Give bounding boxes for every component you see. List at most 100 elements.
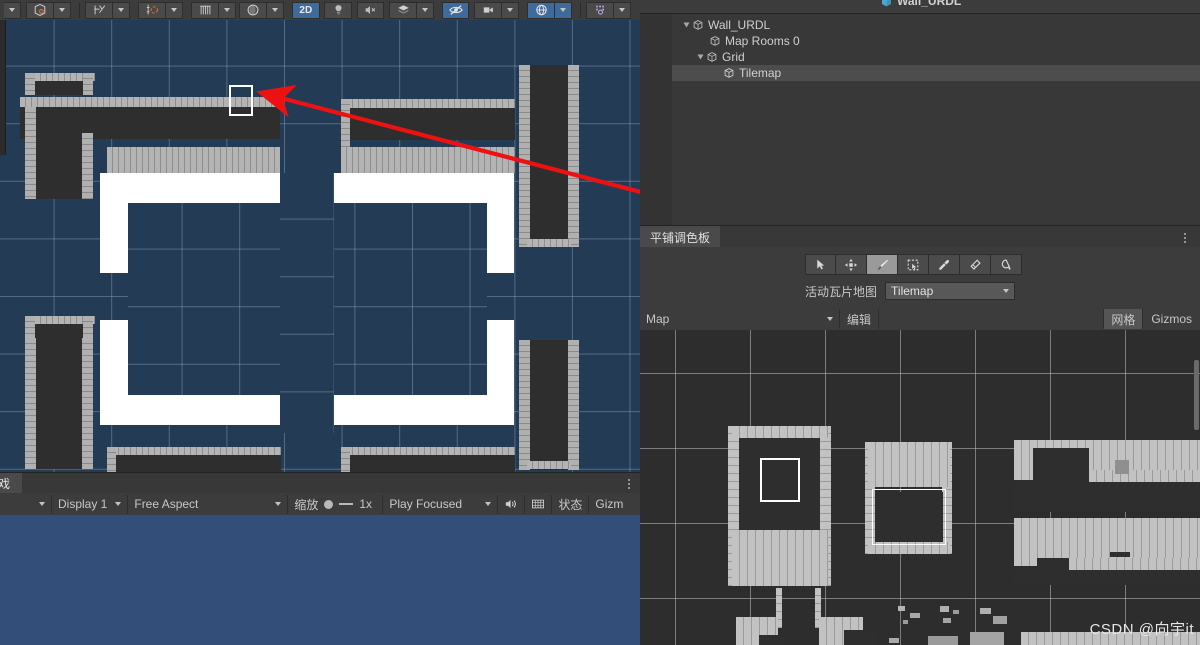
- grid-snapping-dropdown[interactable]: [219, 1, 237, 19]
- palette-tile-debris[interactable]: [943, 618, 951, 623]
- palette-tile-detail[interactable]: [1115, 460, 1129, 474]
- shading-mode-dropdown[interactable]: [267, 1, 285, 19]
- room-floor-highlight: [487, 173, 514, 273]
- palette-tile-debris[interactable]: [910, 613, 920, 618]
- palette-tile-debris[interactable]: [940, 606, 949, 612]
- camera-dropdown[interactable]: [502, 1, 520, 19]
- tile-wall: [519, 340, 530, 470]
- palette-tile-wall-c[interactable]: [1014, 570, 1200, 585]
- palette-tile-room-a[interactable]: [759, 635, 785, 645]
- expand-triangle-icon[interactable]: [683, 22, 690, 28]
- game-panel-kebab-menu[interactable]: [628, 479, 630, 489]
- tab-game[interactable]: 戏: [0, 473, 22, 494]
- game-view-tabbar: 戏: [0, 472, 640, 494]
- hierarchy-row-grid[interactable]: Grid: [672, 49, 1200, 65]
- camera-toggle-button[interactable]: [474, 1, 503, 19]
- view-tool-dropdown[interactable]: [54, 1, 72, 19]
- palette-tile-wall-c[interactable]: [1069, 558, 1200, 570]
- scene-visibility-dropdown[interactable]: [614, 1, 632, 19]
- toolbar-divider: [580, 2, 582, 18]
- paintbrush-icon: [876, 259, 888, 270]
- select-tool-button[interactable]: [805, 254, 836, 275]
- cube-icon: [35, 3, 46, 16]
- display-dropdown[interactable]: Display 1: [52, 494, 129, 514]
- hierarchy-row-tilemap[interactable]: Tilemap: [672, 65, 1200, 81]
- grid-toggle-button[interactable]: 网格: [1103, 309, 1143, 329]
- tile-palette-scrollbar[interactable]: [1194, 360, 1199, 430]
- gizmos-toggle-button[interactable]: [527, 1, 556, 19]
- scene-view-canvas[interactable]: [0, 20, 640, 472]
- tile-wall: [82, 338, 93, 469]
- game-left-dropdown[interactable]: [0, 494, 52, 514]
- hierarchy-header-strip: Wall_URDL: [640, 0, 1200, 13]
- picker-tool-button[interactable]: [929, 254, 960, 275]
- view-tool-button[interactable]: [26, 1, 55, 19]
- palette-dropdown[interactable]: Map: [640, 309, 840, 329]
- scale-slider[interactable]: 缩放 1x: [288, 494, 384, 514]
- box-fill-tool-button[interactable]: [898, 254, 929, 275]
- tile-wall: [568, 65, 579, 247]
- tab-tile-palette[interactable]: 平铺调色板: [640, 226, 721, 248]
- palette-gizmos-button[interactable]: Gizmos: [1142, 309, 1200, 329]
- tile-wall: [107, 455, 281, 472]
- tile-wall: [36, 338, 82, 469]
- edit-button[interactable]: 编辑: [840, 309, 880, 329]
- hierarchy-row-map-rooms-0[interactable]: Map Rooms 0: [672, 33, 1200, 49]
- eraser-tool-button[interactable]: [960, 254, 991, 275]
- stats-grid-button[interactable]: [525, 494, 553, 514]
- 2d-toggle-button[interactable]: 2D: [292, 1, 320, 19]
- gizmos-dropdown[interactable]: [555, 1, 573, 19]
- stats-button[interactable]: 状态: [552, 494, 590, 514]
- paint-brush-tool-button[interactable]: [867, 254, 898, 275]
- game-view-canvas[interactable]: [0, 515, 640, 645]
- palette-tile-room-a[interactable]: [732, 426, 828, 438]
- play-mode-dropdown[interactable]: Play Focused: [383, 494, 499, 514]
- expand-triangle-icon[interactable]: [697, 54, 704, 60]
- palette-tile-debris[interactable]: [889, 638, 899, 643]
- palette-tile-debris[interactable]: [903, 620, 908, 624]
- hierarchy-breadcrumb-label: Wall_URDL: [897, 0, 962, 8]
- scale-knob[interactable]: [324, 499, 334, 509]
- tile-palette-kebab-menu[interactable]: [1184, 233, 1186, 243]
- move-tool-button[interactable]: [836, 254, 867, 275]
- palette-tile-debris[interactable]: [928, 636, 958, 645]
- palette-tile-detail[interactable]: [1110, 552, 1130, 557]
- active-tilemap-label: 活动瓦片地图: [805, 284, 878, 299]
- active-tilemap-dropdown[interactable]: Tilemap: [885, 282, 1016, 300]
- grid-snapping-button[interactable]: [191, 1, 220, 19]
- hidden-objects-toggle-button[interactable]: [441, 1, 470, 19]
- tile-wall: [530, 65, 568, 247]
- hierarchy-row-wall-urdl[interactable]: Wall_URDL: [672, 17, 1200, 33]
- palette-tile-debris[interactable]: [993, 616, 1007, 624]
- hand-tool-dropdown[interactable]: [3, 1, 21, 19]
- palette-tile-wall-c[interactable]: [1014, 482, 1200, 512]
- handle-rotation-dropdown[interactable]: [166, 1, 184, 19]
- fx-dropdown[interactable]: [417, 1, 435, 19]
- handle-rotation-button[interactable]: [138, 1, 167, 19]
- fx-toggle-button[interactable]: [389, 1, 418, 19]
- mute-audio-button[interactable]: [498, 494, 526, 514]
- audio-toggle-button[interactable]: [356, 1, 385, 19]
- palette-tile-debris[interactable]: [980, 608, 991, 614]
- palette-tile-room-b[interactable]: [868, 442, 950, 487]
- tile-palette-canvas[interactable]: CSDN @向宇it: [640, 330, 1200, 645]
- pivot-mode-button[interactable]: [85, 1, 114, 19]
- palette-tile-debris[interactable]: [953, 610, 959, 614]
- fill-tool-button[interactable]: [991, 254, 1022, 275]
- palette-tile-debris[interactable]: [898, 606, 905, 611]
- pivot-mode-dropdown[interactable]: [113, 1, 131, 19]
- lighting-toggle-button[interactable]: [324, 1, 352, 19]
- palette-tile-gap: [844, 630, 878, 645]
- shading-mode-button[interactable]: [239, 1, 268, 19]
- aspect-dropdown[interactable]: Free Aspect: [128, 494, 289, 514]
- scene-visibility-button[interactable]: [586, 1, 615, 19]
- palette-tile-room-a[interactable]: [732, 530, 828, 586]
- tile-wall: [107, 447, 281, 455]
- chevron-down-icon: [485, 502, 492, 506]
- chevron-down-icon: [272, 8, 279, 12]
- gizmos-button[interactable]: Gizm: [589, 495, 629, 514]
- chevron-down-icon: [115, 502, 122, 506]
- tile-wall: [82, 133, 93, 199]
- hierarchy-breadcrumb: Wall_URDL: [880, 0, 961, 8]
- palette-tile-debris[interactable]: [970, 632, 1004, 645]
